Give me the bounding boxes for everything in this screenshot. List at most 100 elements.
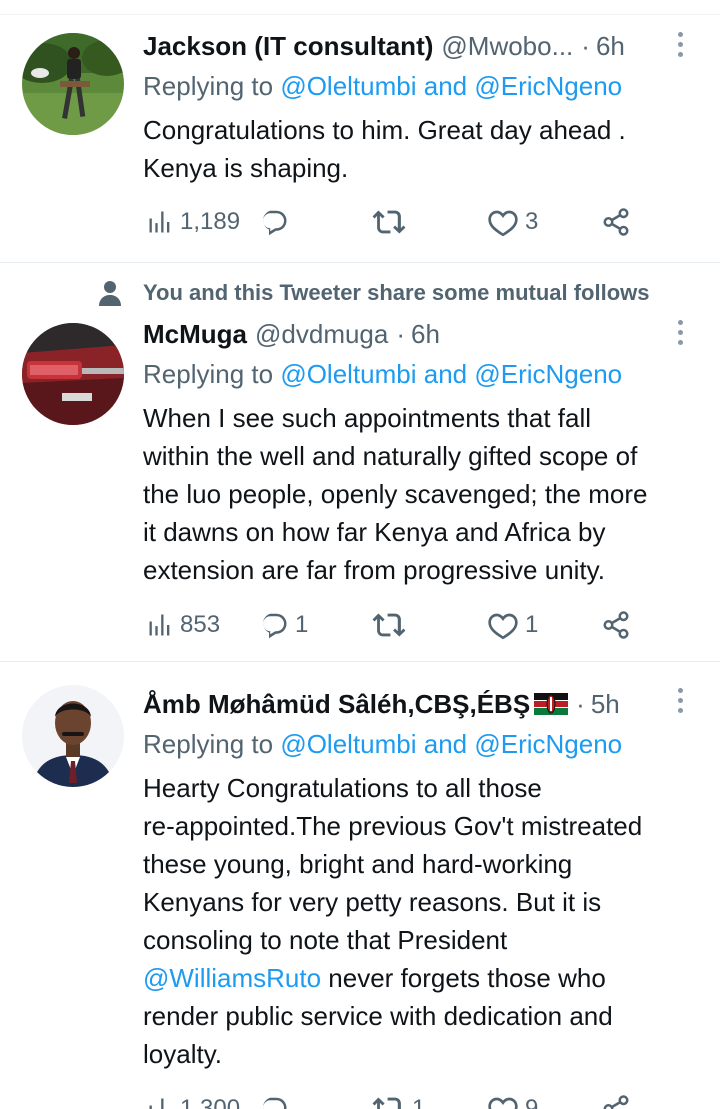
replying-and: and [416,359,475,389]
tweet-text: When I see such appointments that fall w… [143,399,703,589]
share-icon [601,610,631,640]
reply-icon [259,610,289,640]
retweet-icon [372,1092,406,1109]
tweet-line: consoling to note that President [143,925,508,955]
like-count: 3 [525,208,539,235]
tweet-text: Hearty Congratulations to all those re-a… [143,769,703,1073]
share-button[interactable] [601,202,631,242]
mention-link[interactable]: @EricNgeno [474,71,622,101]
retweet-icon [372,205,406,239]
replying-prefix: Replying to [143,71,281,101]
tweet-header: McMuga @dvdmuga · 6h [143,316,440,352]
tweet-line-rest: never forgets those who [321,963,606,993]
tweet-header: Åmb Møhâmüd Sâléh,CBŞ,ÉBŞ · 5h [143,686,620,722]
mention-link[interactable]: @Oleltumbi [280,729,416,759]
tweet-line: extension are far from progressive unity… [143,555,605,585]
tweet-line: render public service with dedication an… [143,1001,613,1031]
separator-dot: · [396,318,406,349]
like-button[interactable]: 3 [487,202,538,242]
replying-prefix: Replying to [143,729,281,759]
views-icon [146,611,174,639]
tweet-line: Kenya is shaping. [143,153,349,183]
user-handle[interactable]: @dvdmuga [255,319,388,350]
reply-button[interactable]: 1 [259,605,308,645]
like-button[interactable]: 1 [487,605,538,645]
views-count: 1,189 [180,208,241,235]
tweet-line: Kenyans for very petty reasons. But it i… [143,887,602,917]
tweet-line: within the well and naturally gifted sco… [143,441,638,471]
views-button[interactable]: 853 [146,605,220,645]
tweet-line: these young, bright and hard-working [143,849,573,879]
views-button[interactable]: 1,189 [146,202,240,242]
mention-link[interactable]: @Oleltumbi [280,71,416,101]
mention-link[interactable]: @Oleltumbi [280,359,416,389]
views-icon [146,1095,174,1109]
timestamp[interactable]: 6h [411,319,440,350]
like-count: 9 [525,1095,539,1109]
tweet-line: re-appointed.The previous Gov't mistreat… [143,811,643,841]
tweet-line: When I see such appointments that fall [143,403,592,433]
share-icon [601,1094,631,1109]
views-icon [146,208,174,236]
more-icon[interactable] [678,688,684,718]
tweet-line: it dawns on how far Kenya and Africa by [143,517,606,547]
retweet-button[interactable] [372,605,412,645]
like-icon [487,1093,519,1109]
avatar[interactable] [22,685,124,787]
views-button[interactable]: 1,300 [146,1089,240,1109]
more-icon[interactable] [678,32,684,62]
retweet-button[interactable] [372,202,412,242]
action-bar: 853 1 1 [143,605,643,645]
like-icon [487,609,519,641]
share-button[interactable] [601,1089,631,1109]
more-icon[interactable] [678,320,684,350]
display-name[interactable]: McMuga [143,319,247,350]
share-icon [601,207,631,237]
tweet-line: the luo people, openly scavenged; the mo… [143,479,648,509]
user-handle[interactable]: @Mwobo... [441,31,573,62]
action-bar: 1,300 1 9 [143,1089,643,1109]
replying-to: Replying to @Oleltumbi and @EricNgeno [143,356,622,392]
replying-and: and [416,71,475,101]
avatar[interactable] [22,323,124,425]
avatar[interactable] [22,33,124,135]
separator-dot: · [581,30,590,61]
action-bar: 1,189 3 [143,202,643,242]
mention-link[interactable]: @EricNgeno [474,729,622,759]
display-name[interactable]: Åmb Møhâmüd Sâléh,CBŞ,ÉBŞ [143,689,530,720]
views-count: 853 [180,611,221,638]
views-count: 1,300 [180,1095,241,1109]
tweet-mcmuga[interactable]: You and this Tweeter share some mutual f… [0,263,720,661]
mention-link[interactable]: @WilliamsRuto [143,963,321,993]
kenya-flag-icon [534,693,569,715]
retweet-button[interactable]: 1 [372,1089,425,1109]
replying-prefix: Replying to [143,359,281,389]
social-context: You and this Tweeter share some mutual f… [143,280,650,305]
timestamp[interactable]: 5h [591,689,620,720]
tweet-text: Congratulations to him. Great day ahead … [143,111,703,187]
tweet-line: Congratulations to him. Great day ahead … [143,115,626,145]
like-count: 1 [525,611,539,638]
tweet-jackson[interactable]: Jackson (IT consultant) @Mwobo... · 6h R… [0,0,720,262]
retweet-count: 1 [412,1095,426,1109]
separator-dot: · [576,688,585,719]
tweet-line: loyalty. [143,1039,222,1069]
like-icon [487,206,519,238]
replying-to: Replying to @Oleltumbi and @EricNgeno [143,68,622,104]
reply-icon [259,207,289,237]
share-button[interactable] [601,605,631,645]
mention-link[interactable]: @EricNgeno [474,359,622,389]
tweet-mohamud[interactable]: Åmb Møhâmüd Sâléh,CBŞ,ÉBŞ · 5h Replying … [0,662,720,1109]
tweet-line: @WilliamsRuto never forgets those who [143,959,703,997]
display-name[interactable]: Jackson (IT consultant) [143,31,433,62]
tweet-header: Jackson (IT consultant) @Mwobo... · 6h [143,28,625,64]
person-icon [99,281,121,306]
retweet-icon [372,608,406,642]
reply-button[interactable] [259,1089,295,1109]
reply-button[interactable] [259,202,295,242]
replying-to: Replying to @Oleltumbi and @EricNgeno [143,726,622,762]
tweet-line: Hearty Congratulations to all those [143,773,542,803]
like-button[interactable]: 9 [487,1089,538,1109]
timestamp[interactable]: 6h [596,31,625,62]
reply-count: 1 [295,611,309,638]
